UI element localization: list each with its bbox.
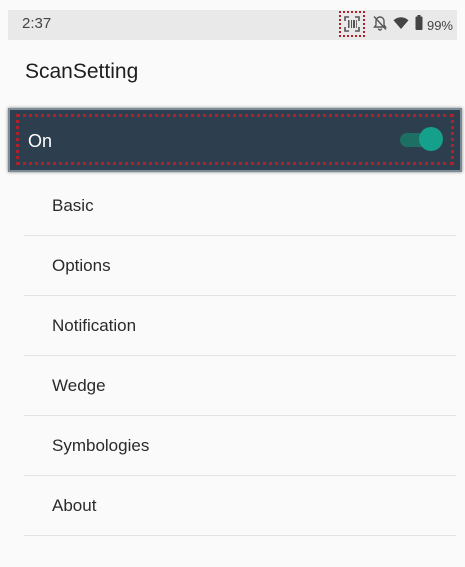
bell-off-icon [373,15,387,36]
menu-item-label: Wedge [52,376,106,395]
wifi-icon [393,16,409,35]
menu-item-label: About [52,496,97,515]
menu-item-notification[interactable]: Notification [24,296,456,356]
status-time: 2:37 [22,15,52,32]
battery-percentage: 99% [426,17,453,33]
menu-item-label: Options [52,256,111,275]
menu-item-label: Notification [52,316,137,335]
menu-item-basic[interactable]: Basic [24,176,456,236]
switch-thumb[interactable] [419,127,443,151]
menu-item-label: Symbologies [52,436,150,455]
page-title: ScanSetting [25,60,139,83]
menu-item-wedge[interactable]: Wedge [24,356,456,416]
menu-item-options[interactable]: Options [24,236,456,296]
scan-setting-screen: 2:37 99% ScanSetting On Basic Options No… [0,0,465,567]
status-bar: 2:37 99% [8,10,457,40]
status-icons: 99% [338,10,453,40]
menu-item-about[interactable]: About [24,476,456,536]
scanner-master-switch-bar[interactable]: On [8,108,462,172]
barcode-scan-icon [338,11,365,37]
menu-item-symbologies[interactable]: Symbologies [24,416,456,476]
menu-item-label: Basic [52,196,94,215]
master-switch-label: On [28,131,53,151]
highlight-outline [16,114,454,165]
battery-icon [415,15,423,35]
settings-menu: Basic Options Notification Wedge Symbolo… [24,176,456,536]
